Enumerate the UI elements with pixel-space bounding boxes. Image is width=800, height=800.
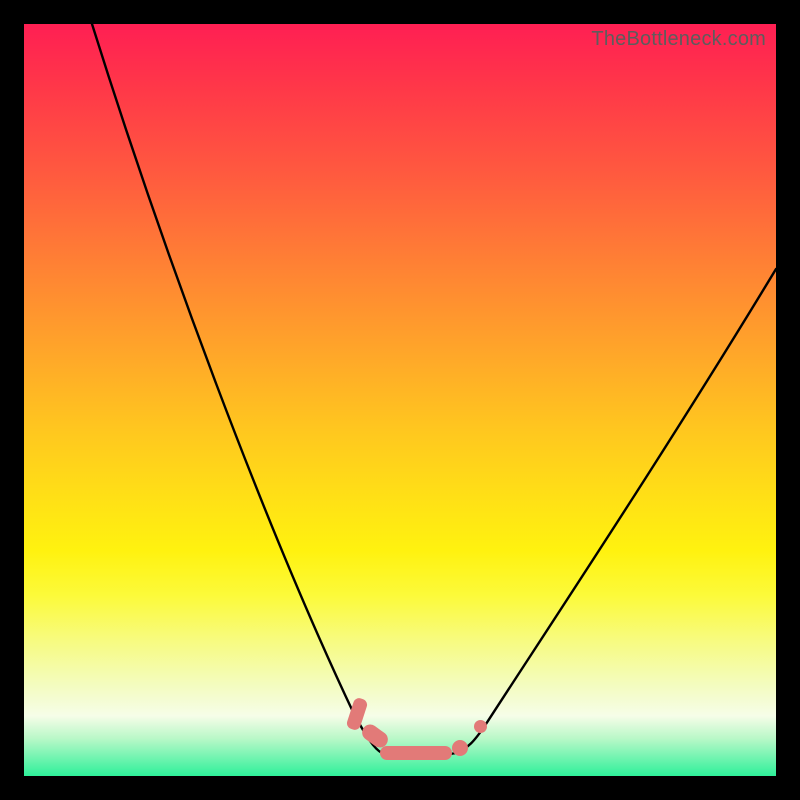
bottleneck-curve xyxy=(24,24,776,776)
curve-path xyxy=(92,24,776,758)
plot-area: TheBottleneck.com xyxy=(24,24,776,776)
chart-frame: TheBottleneck.com xyxy=(0,0,800,800)
